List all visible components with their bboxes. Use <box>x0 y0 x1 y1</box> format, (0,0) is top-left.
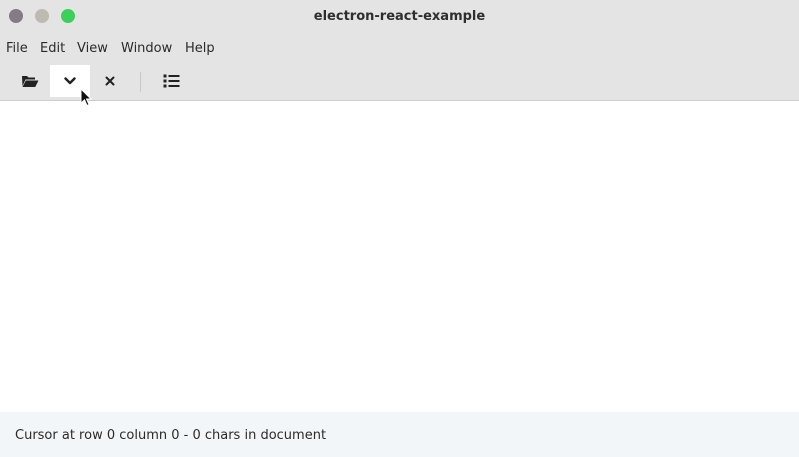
open-file-button[interactable] <box>10 65 50 97</box>
folder-open-icon <box>22 76 39 87</box>
outline-button[interactable] <box>151 65 191 97</box>
menu-bar: File Edit View Window Help <box>0 34 799 62</box>
window-title: electron-react-example <box>313 9 486 24</box>
list-icon <box>163 74 179 88</box>
menu-window[interactable]: Window <box>121 41 172 56</box>
menu-edit[interactable]: Edit <box>40 41 65 56</box>
toolbar-divider <box>140 72 141 92</box>
toolbar <box>0 62 799 101</box>
app-window: electron-react-example File Edit View Wi… <box>0 0 799 457</box>
close-icon <box>105 76 115 86</box>
editor-area[interactable] <box>0 101 799 412</box>
mouse-pointer-icon <box>80 88 92 107</box>
menu-file[interactable]: File <box>6 41 28 56</box>
status-text: Cursor at row 0 column 0 - 0 chars in do… <box>15 428 327 443</box>
title-bar: electron-react-example <box>0 0 799 34</box>
menu-view[interactable]: View <box>77 41 108 56</box>
status-bar: Cursor at row 0 column 0 - 0 chars in do… <box>0 412 799 457</box>
chevron-down-icon <box>64 77 76 85</box>
menu-help[interactable]: Help <box>185 41 215 56</box>
close-file-button[interactable] <box>90 65 130 97</box>
